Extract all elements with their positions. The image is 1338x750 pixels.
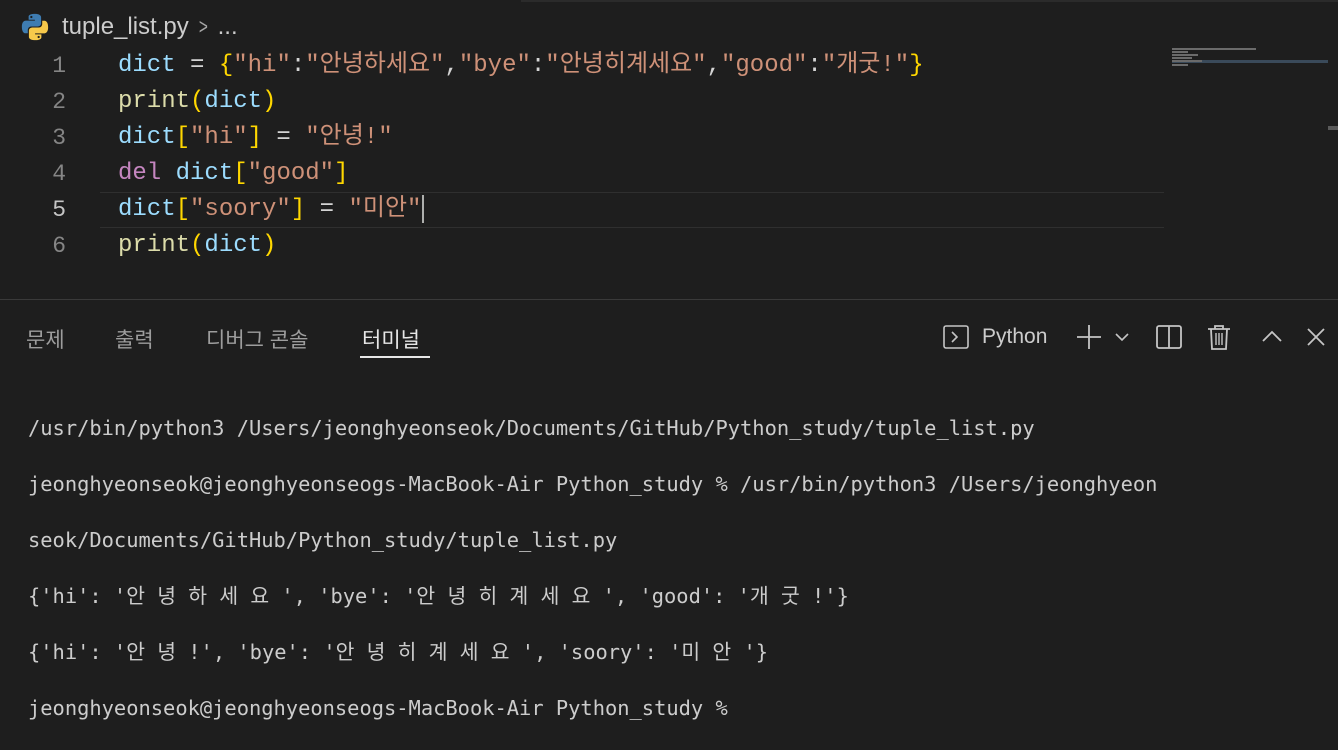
code-line[interactable]: 3 dict["hi"] = "안녕!" <box>0 120 1170 156</box>
breadcrumb-file[interactable]: tuple_list.py <box>62 13 189 41</box>
line-number-current: 5 <box>52 197 66 223</box>
code-line-current[interactable]: dict["soory"] = "미안" <box>100 192 1164 228</box>
terminal-dropdown-button[interactable] <box>1110 320 1134 354</box>
terminal-line: seok/Documents/GitHub/Python_study/tuple… <box>28 528 618 552</box>
code-line[interactable]: 1 dict = {"hi":"안녕하세요","bye":"안녕히계세요","g… <box>0 48 1170 84</box>
split-icon <box>1156 325 1182 349</box>
terminal-profile-label: Python <box>982 325 1048 348</box>
breadcrumb: tuple_list.py > ... <box>20 10 238 44</box>
active-tab-indicator <box>360 356 430 358</box>
panel-divider[interactable] <box>0 299 1338 300</box>
terminal-icon <box>943 325 969 349</box>
new-terminal-button[interactable] <box>1074 320 1104 354</box>
terminal-line: {'hi': '안 녕 하 세 요 ', 'bye': '안 녕 히 계 세 요… <box>28 584 849 608</box>
tab-problems[interactable]: 문제 <box>26 324 65 354</box>
terminal-line: jeonghyeonseok@jeonghyeonseogs-MacBook-A… <box>28 472 1158 496</box>
python-file-icon <box>21 13 49 41</box>
trash-icon <box>1208 325 1230 350</box>
code-text[interactable]: dict = {"hi":"안녕하세요","bye":"안녕히계세요","goo… <box>118 48 924 84</box>
chevron-up-icon <box>1262 330 1282 342</box>
line-number: 1 <box>52 53 66 79</box>
chevron-down-icon <box>1115 333 1129 342</box>
plus-icon <box>1077 325 1101 349</box>
terminal-line: jeonghyeonseok@jeonghyeonseogs-MacBook-A… <box>28 696 741 720</box>
tab-debug-console[interactable]: 디버그 콘솔 <box>206 324 308 354</box>
code-editor[interactable]: 1 dict = {"hi":"안녕하세요","bye":"안녕히계세요","g… <box>0 48 1338 298</box>
scrollbar-marker[interactable] <box>1328 126 1338 130</box>
code-text[interactable]: del dict["good"] <box>118 156 348 192</box>
close-icon <box>1307 328 1325 346</box>
code-line[interactable]: 4 del dict["good"] <box>0 156 1170 192</box>
terminal-profile-button[interactable]: Python <box>942 320 1047 354</box>
code-text[interactable]: dict["hi"] = "안녕!" <box>118 120 393 156</box>
code-text[interactable]: print(dict) <box>118 84 276 120</box>
close-panel-button[interactable] <box>1302 320 1330 354</box>
maximize-panel-button[interactable] <box>1258 320 1286 354</box>
tab-terminal[interactable]: 터미널 <box>362 324 420 354</box>
terminal-line: /usr/bin/python3 /Users/jeonghyeonseok/D… <box>28 416 1035 440</box>
minimap[interactable] <box>1172 46 1328 76</box>
breadcrumb-separator: > <box>198 14 208 39</box>
terminal-output[interactable]: /usr/bin/python3 /Users/jeonghyeonseok/D… <box>28 386 1157 750</box>
code-line[interactable]: 6 print(dict) <box>0 228 1170 264</box>
line-number: 2 <box>52 89 66 115</box>
code-text[interactable]: print(dict) <box>118 228 276 264</box>
terminal-line: {'hi': '안 녕 !', 'bye': '안 녕 히 계 세 요 ', '… <box>28 640 769 664</box>
split-terminal-button[interactable] <box>1154 320 1184 354</box>
line-number: 3 <box>52 125 66 151</box>
line-number: 4 <box>52 161 66 187</box>
top-edge <box>0 0 1338 3</box>
tab-output[interactable]: 출력 <box>115 324 154 354</box>
code-line[interactable]: 2 print(dict) <box>0 84 1170 120</box>
breadcrumb-symbols[interactable]: ... <box>218 13 238 41</box>
kill-terminal-button[interactable] <box>1206 320 1232 354</box>
code-text[interactable]: dict["soory"] = "미안" <box>118 192 425 228</box>
line-number: 6 <box>52 233 66 259</box>
text-cursor <box>422 194 425 223</box>
